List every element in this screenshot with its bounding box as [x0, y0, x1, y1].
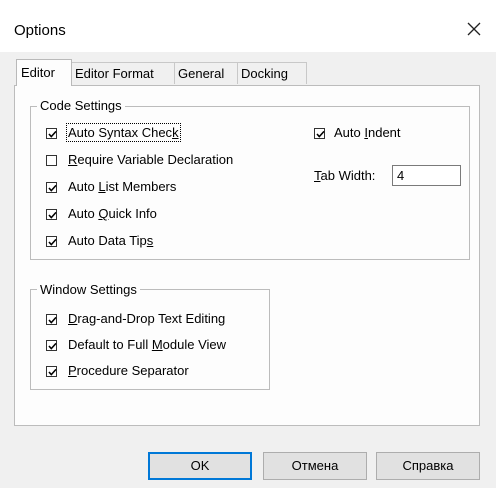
code-settings-legend: Code Settings: [37, 98, 125, 113]
auto-indent-checkbox[interactable]: [314, 128, 325, 139]
auto-data-tips-label: Auto Data Tips: [68, 233, 154, 248]
tab-width-label: Tab Width:: [314, 168, 376, 183]
tab-docking-label: Docking: [241, 66, 288, 81]
tab-general-label: General: [178, 66, 225, 81]
auto-quick-info-checkbox[interactable]: [46, 209, 57, 220]
tab-editor-format-label: Editor Format: [75, 66, 154, 81]
tab-docking[interactable]: Docking: [237, 62, 307, 84]
auto-quick-info-label: Auto Quick Info: [68, 206, 157, 221]
check-icon: [48, 130, 57, 138]
help-button[interactable]: Справка: [376, 452, 480, 480]
procedure-separator-label: Procedure Separator: [68, 363, 189, 378]
auto-syntax-check-checkbox[interactable]: [46, 128, 57, 139]
cancel-button[interactable]: Отмена: [263, 452, 367, 480]
close-icon[interactable]: [462, 17, 486, 41]
default-full-module-view-label: Default to Full Module View: [68, 337, 227, 352]
check-icon: [48, 368, 57, 376]
check-icon: [48, 211, 57, 219]
check-icon: [48, 184, 57, 192]
require-variable-declaration-checkbox[interactable]: [46, 155, 57, 166]
procedure-separator-checkbox[interactable]: [46, 366, 57, 377]
window-settings-legend: Window Settings: [37, 282, 140, 297]
title-bar: [0, 0, 496, 52]
drag-and-drop-label: Drag-and-Drop Text Editing: [68, 311, 226, 326]
tab-editor-format[interactable]: Editor Format: [71, 62, 175, 84]
check-icon: [48, 238, 57, 246]
drag-and-drop-checkbox[interactable]: [46, 314, 57, 325]
tab-general[interactable]: General: [174, 62, 238, 84]
auto-list-members-label: Auto List Members: [68, 179, 177, 194]
require-variable-declaration-label: Require Variable Declaration: [68, 152, 234, 167]
auto-syntax-check-label: Auto Syntax Check: [66, 123, 181, 142]
auto-list-members-checkbox[interactable]: [46, 182, 57, 193]
default-full-module-view-checkbox[interactable]: [46, 340, 57, 351]
check-icon: [316, 130, 325, 138]
tab-width-input[interactable]: 4: [392, 165, 461, 186]
check-icon: [48, 316, 57, 324]
auto-data-tips-checkbox[interactable]: [46, 236, 57, 247]
auto-indent-label: Auto Indent: [334, 125, 401, 140]
window-title: Options: [14, 22, 66, 39]
tab-editor[interactable]: Editor: [16, 59, 72, 86]
tab-width-value: 4: [397, 168, 405, 183]
tab-editor-label: Editor: [21, 65, 55, 80]
check-icon: [48, 342, 57, 350]
ok-button[interactable]: OK: [148, 452, 252, 480]
